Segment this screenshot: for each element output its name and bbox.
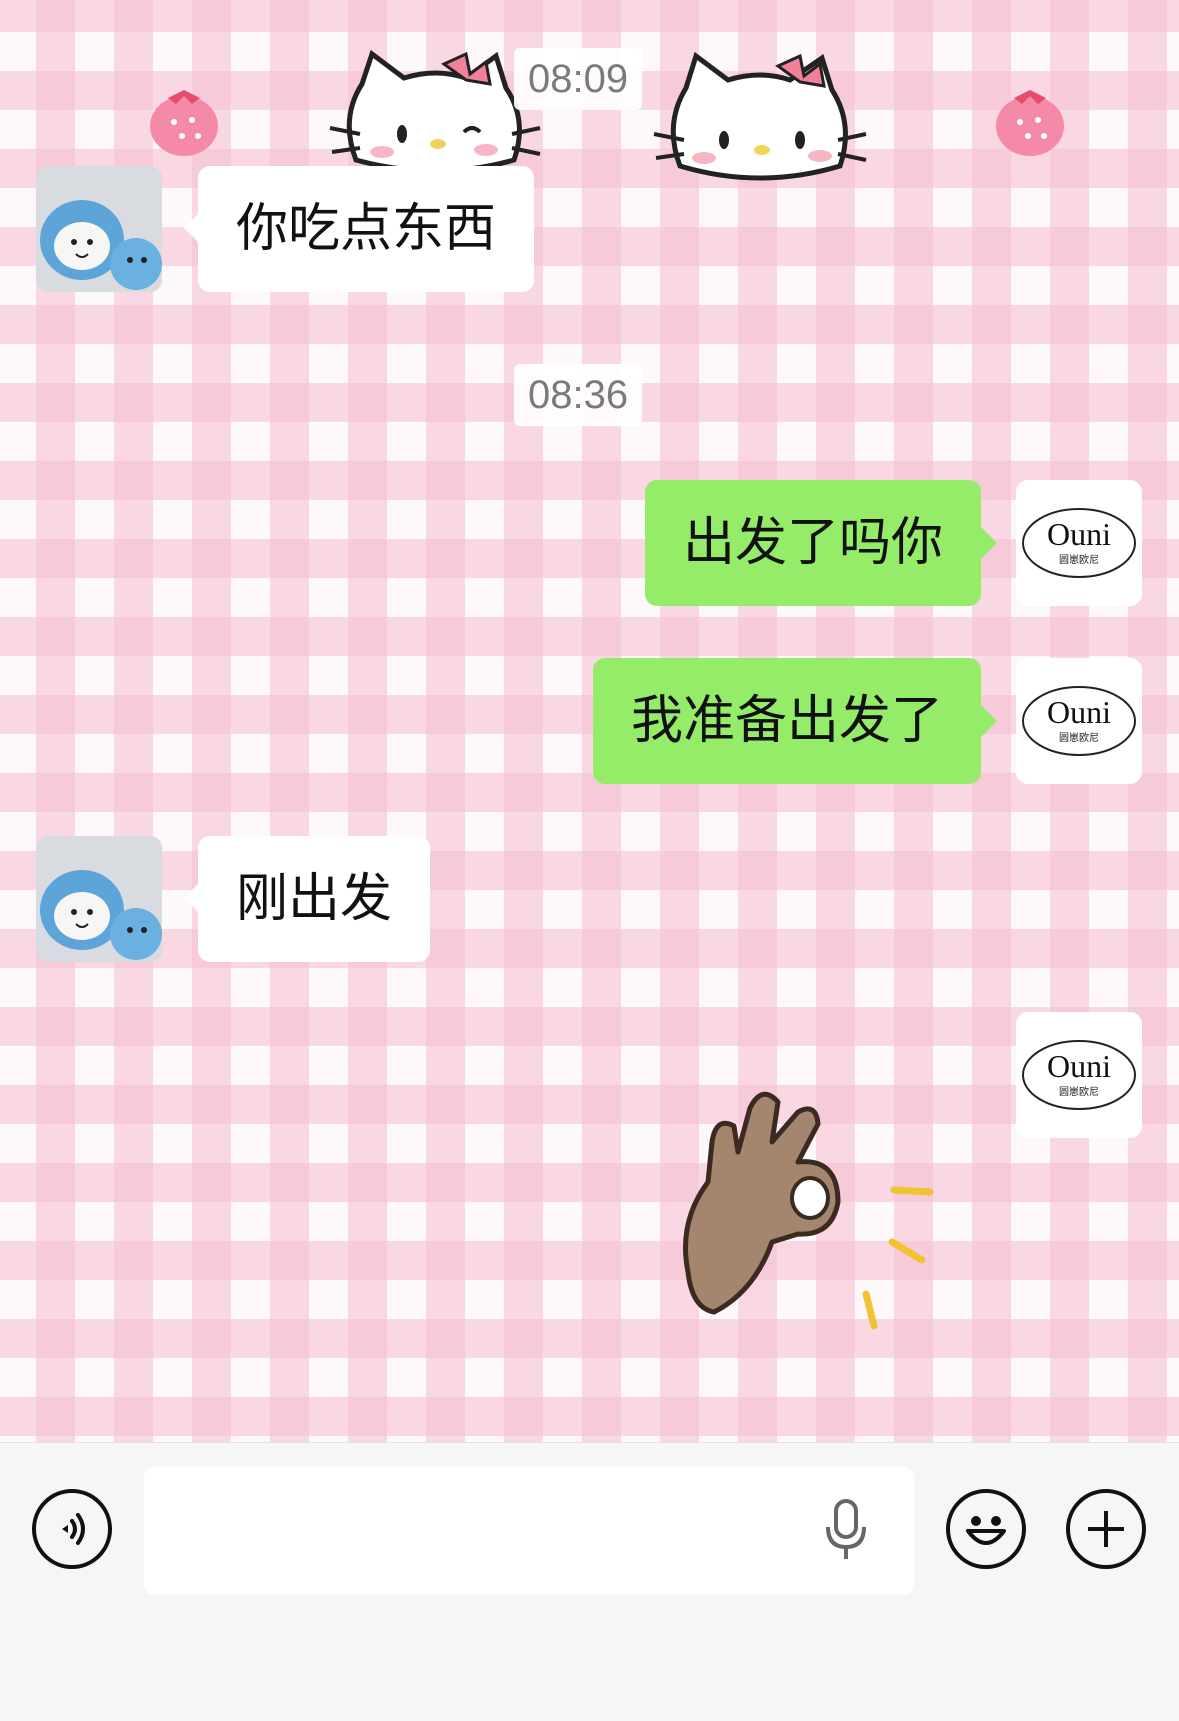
timestamp: 08:09 [514,48,643,110]
plush-toy-icon [36,836,162,962]
message-bubble-outgoing[interactable]: 出发了吗你 [644,480,998,606]
input-bar [0,1442,1179,1721]
strawberry-icon [996,90,1064,156]
message-bubble-incoming[interactable]: 你吃点东西 [183,166,535,292]
self-avatar[interactable]: Ouni 圆崽欧尼 [1016,658,1142,784]
plus-icon [1088,1511,1124,1547]
voice-toggle-button[interactable] [32,1489,112,1569]
timestamp: 08:36 [514,364,643,426]
message-bubble-incoming[interactable]: 刚出发 [183,836,431,962]
contact-avatar[interactable] [36,836,162,962]
svg-text:Ouni: Ouni [1047,694,1111,730]
self-avatar[interactable]: Ouni 圆崽欧尼 [1016,1012,1142,1138]
svg-text:圆崽欧尼: 圆崽欧尼 [1059,554,1099,566]
cat-face-icon [653,51,867,181]
message-input[interactable] [144,1467,914,1595]
self-avatar[interactable]: Ouni 圆崽欧尼 [1016,480,1142,606]
strawberry-icon [150,90,218,156]
plus-button[interactable] [1066,1489,1146,1569]
ouni-logo-icon: Ouni 圆崽欧尼 [1022,686,1136,756]
cat-face-icon [329,49,541,174]
svg-text:Ouni: Ouni [1047,1048,1111,1084]
ouni-logo-icon: Ouni 圆崽欧尼 [1022,1040,1136,1110]
message-bubble-outgoing[interactable]: 我准备出发了 [592,658,998,784]
microphone-icon[interactable] [824,1499,868,1561]
svg-text:圆崽欧尼: 圆崽欧尼 [1059,732,1099,744]
svg-text:Ouni: Ouni [1047,516,1111,552]
svg-text:圆崽欧尼: 圆崽欧尼 [1059,1086,1099,1098]
plush-toy-icon [36,166,162,292]
emoji-icon [966,1516,1006,1545]
contact-avatar[interactable] [36,166,162,292]
chat-background [0,0,1179,1442]
ok-hand-sticker[interactable] [668,1072,938,1342]
ouni-logo-icon: Ouni 圆崽欧尼 [1022,508,1136,578]
voice-toggle-icon [62,1513,85,1545]
emoji-button[interactable] [946,1489,1026,1569]
